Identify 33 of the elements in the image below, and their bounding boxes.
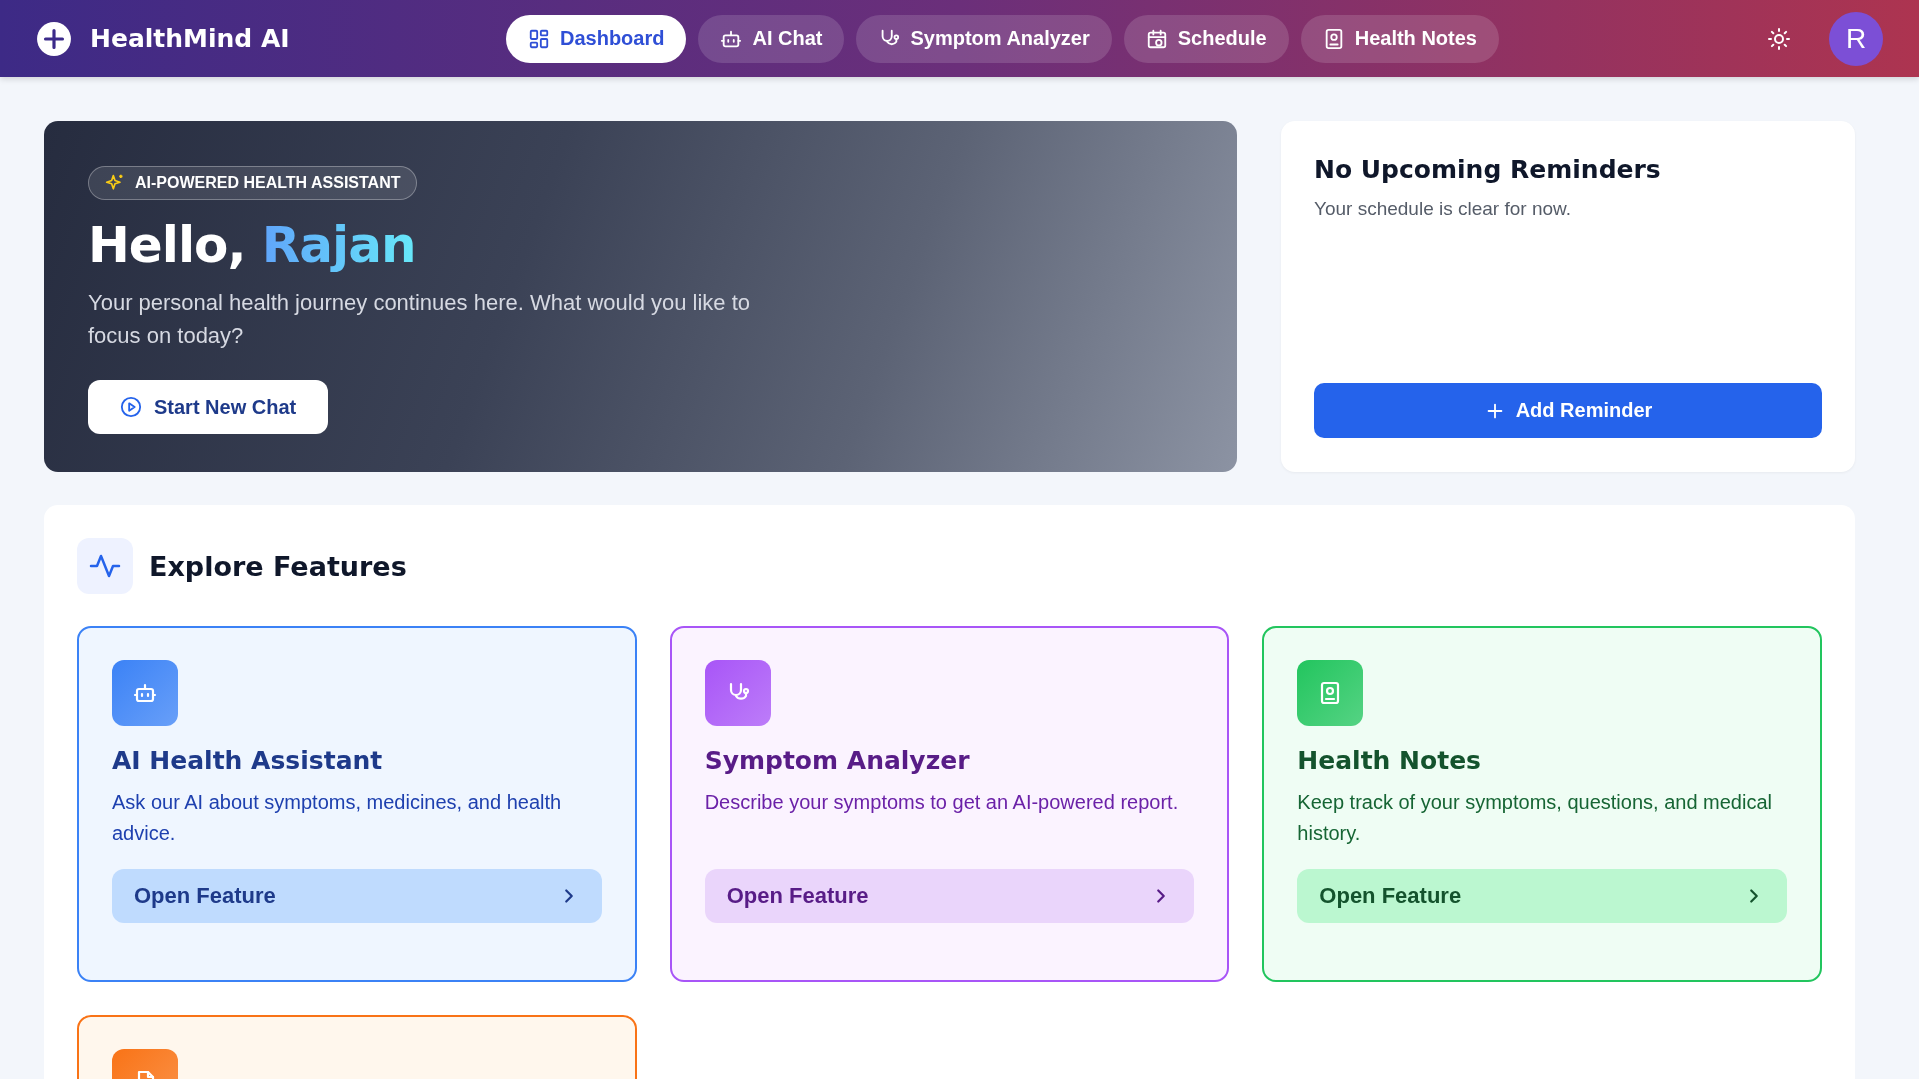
- feature-icon: [704, 660, 771, 726]
- open-feature-button[interactable]: Open Feature: [1297, 869, 1787, 923]
- play-icon: [120, 396, 142, 418]
- nav-tab[interactable]: Health Notes: [1300, 14, 1499, 63]
- feature-title: Symptom Analyzer: [704, 746, 971, 775]
- sun-icon[interactable]: [1767, 26, 1791, 51]
- feature-description: Keep track of your symptoms, questions, and medical history.: [1297, 790, 1773, 846]
- pulse-icon: [77, 538, 133, 594]
- features-title: Explore Features: [149, 550, 407, 582]
- feature-title: AI Health Assistant: [112, 746, 384, 775]
- feature-description: Ask our AI about symptoms, medicines, and health advice.: [112, 790, 563, 846]
- feature-icon: [1297, 660, 1364, 726]
- plus-logo-icon: [36, 20, 72, 57]
- nav-tab[interactable]: Schedule: [1123, 14, 1289, 63]
- user-avatar[interactable]: R: [1829, 11, 1883, 66]
- calendar-icon: [1145, 27, 1168, 50]
- open-feature-button[interactable]: Open Feature: [704, 869, 1195, 923]
- feature-description: Describe your symptoms to get an AI-powered report.: [704, 790, 1180, 815]
- reminders-subtitle: Your schedule is clear for now.: [1314, 198, 1572, 220]
- hero-subtitle: Your personal health journey continues here. What would you like to focus on today?: [88, 289, 752, 350]
- grid-icon: [528, 27, 550, 50]
- feature-icon: [112, 660, 178, 726]
- nav-tab[interactable]: Dashboard: [506, 14, 687, 63]
- start-chat-button[interactable]: Start New Chat: [88, 380, 329, 434]
- app-name: HealthMind AI: [90, 24, 290, 53]
- hero-badge: AI-POWERED HEALTH ASSISTANT: [88, 166, 418, 200]
- reminders-title: No Upcoming Reminders: [1314, 155, 1662, 184]
- feature-title: Health Notes: [1297, 746, 1482, 775]
- add-reminder-button[interactable]: Add Reminder: [1314, 383, 1822, 438]
- nav-tab[interactable]: AI Chat: [698, 14, 845, 63]
- open-feature-button[interactable]: Open Feature: [112, 869, 602, 923]
- nav-tab[interactable]: Symptom Analyzer: [856, 14, 1112, 63]
- greeting-heading: Hello, Rajan: [88, 216, 417, 274]
